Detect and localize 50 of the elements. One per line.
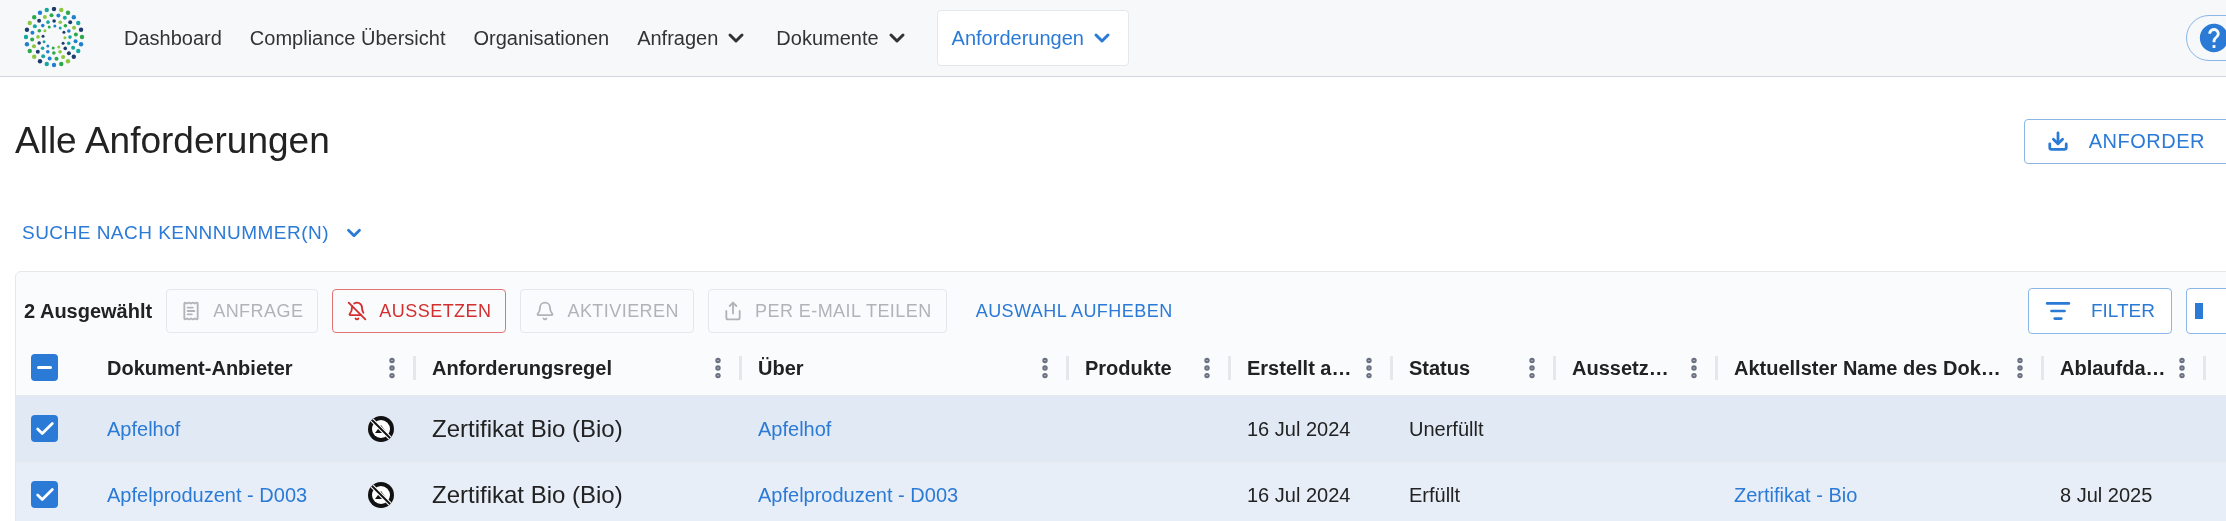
selection-count: 2 Ausgewählt	[24, 299, 153, 324]
nav-item[interactable]: Dashboard	[124, 23, 222, 53]
column-header[interactable]: Produkte	[1085, 352, 1172, 383]
table-cell-text: Zertifikat Bio (Bio)	[432, 479, 623, 510]
nav-item[interactable]: Dokumente	[776, 23, 909, 53]
checkbox[interactable]	[31, 354, 58, 381]
bell-off-icon	[347, 301, 368, 321]
table-row[interactable]: Apfelproduzent - D003 Zertifikat Bio (Bio) Apfelproduzent - D003 16 Jul 2024 Erfüllt Zertifikat - Bio 8 Jul 2025	[16, 462, 2226, 521]
share-icon	[722, 301, 743, 321]
column-header[interactable]: Anforderungsregel	[432, 352, 613, 383]
list-icon	[181, 301, 202, 321]
logo-icon[interactable]	[24, 7, 86, 69]
column-header[interactable]: Aussetz…	[1572, 352, 1669, 383]
download-icon	[2046, 130, 2069, 152]
table-cell-text: Erfüllt	[1409, 482, 1461, 508]
export-button[interactable]: ANFORDER	[2023, 118, 2226, 164]
column-header[interactable]: Status	[1409, 352, 1471, 383]
minus-icon	[37, 366, 52, 369]
table-link[interactable]: Apfelproduzent - D003	[758, 479, 959, 510]
column-header[interactable]: Dokument-Anbieter	[107, 352, 293, 383]
nav-item[interactable]: Compliance Übersicht	[249, 23, 446, 53]
clear-selection-link[interactable]: AUSWAHL AUFHEBEN	[960, 289, 1188, 333]
nav-item[interactable]: Organisationen	[473, 23, 610, 53]
page-title: Alle Anforderungen	[15, 119, 330, 164]
columns-icon	[2195, 303, 2203, 319]
slashed-circle-icon	[366, 479, 396, 510]
table-link[interactable]: Apfelhof	[107, 413, 181, 444]
checkbox[interactable]	[31, 481, 58, 508]
column-header[interactable]: Über	[758, 352, 804, 383]
checkbox[interactable]	[31, 415, 58, 442]
table-cell-text: 16 Jul 2024	[1247, 416, 1351, 442]
action-button[interactable]: AUSSETZEN	[332, 289, 507, 333]
nav-item[interactable]: Anforderungen	[936, 10, 1129, 66]
column-header[interactable]: Ablaufda…	[2060, 352, 2166, 383]
table-cell-text: Unerfüllt	[1409, 416, 1484, 442]
nav-item[interactable]: Anfragen	[637, 23, 749, 53]
table-link[interactable]: Apfelhof	[758, 413, 832, 444]
filter-button[interactable]: FILTER	[2027, 288, 2172, 334]
bell-icon	[535, 301, 556, 321]
slashed-circle-icon	[366, 413, 396, 444]
column-header[interactable]: Aktuellster Name des Dok…	[1734, 352, 2001, 383]
help-icon[interactable]	[2197, 21, 2226, 55]
column-header[interactable]: Erstellt a…	[1247, 352, 1352, 383]
table-link[interactable]: Apfelproduzent - D003	[107, 479, 308, 510]
table-link[interactable]: Zertifikat - Bio	[1734, 479, 1858, 510]
table-row[interactable]: Apfelhof Zertifikat Bio (Bio) Apfelhof 16 Jul 2024 Unerfüllt	[16, 396, 2226, 462]
table-cell-text: Zertifikat Bio (Bio)	[432, 413, 623, 444]
search-toggle[interactable]: SUCHE NACH KENNNUMMER(N)	[22, 218, 365, 248]
table-cell-text: 8 Jul 2025	[2060, 482, 2153, 508]
table-cell-text: 16 Jul 2024	[1247, 482, 1351, 508]
